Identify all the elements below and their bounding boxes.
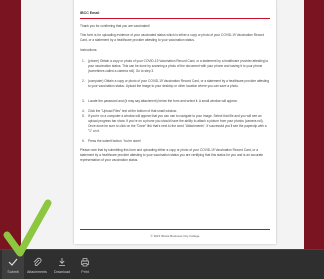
header-divider [80,18,270,19]
instruction-step: 2. (computer) Obtain a copy or photo of y… [82,79,270,88]
instruction-step-text: Click the "Upload Files" text at the bot… [88,109,177,113]
document-footer: © 2021 Illinois Business City College [150,234,200,238]
download-label: Download [54,269,70,274]
footer-divider [80,229,270,230]
instruction-step: 6. Press the submit button. You're done! [82,139,141,143]
instructions-label: Instructions: [80,48,98,52]
large-check-icon [3,199,52,257]
instruction-step-text: Locate the password and (it may say atta… [88,99,238,103]
submit-label: Submit [7,269,19,274]
print-label: Print [81,269,89,274]
document-page: IBCC Email Thank you for confirming that… [74,0,276,244]
instruction-step: 1. (phone) Obtain a copy or photo of your… [82,59,269,73]
form-description: This form is for uploading evidence of y… [80,33,265,42]
attachments-label: Attachments [27,269,47,274]
instruction-step-text: Press the submit button. You're done! [88,139,141,143]
instruction-step-text: If you're on a computer a window will ap… [88,114,267,133]
printer-icon [78,256,92,268]
instruction-step-text: (computer) Obtain a copy or photo of you… [88,79,270,88]
closing-text: Please note that by submitting this form… [80,148,264,162]
instruction-step-text: (phone) Obtain a copy or photo of your C… [88,59,269,73]
viewer-area: IBCC Email Thank you for confirming that… [21,0,304,249]
intro-text: Thank you for confirming that you are va… [80,24,150,28]
instruction-step: 5. If you're on a computer a window will … [82,114,267,133]
document-header: IBCC Email [74,0,276,22]
instruction-step: 3. Locate the password and (it may say at… [82,99,238,103]
document-title: IBCC Email [80,11,100,15]
print-button[interactable]: Print [74,250,96,279]
